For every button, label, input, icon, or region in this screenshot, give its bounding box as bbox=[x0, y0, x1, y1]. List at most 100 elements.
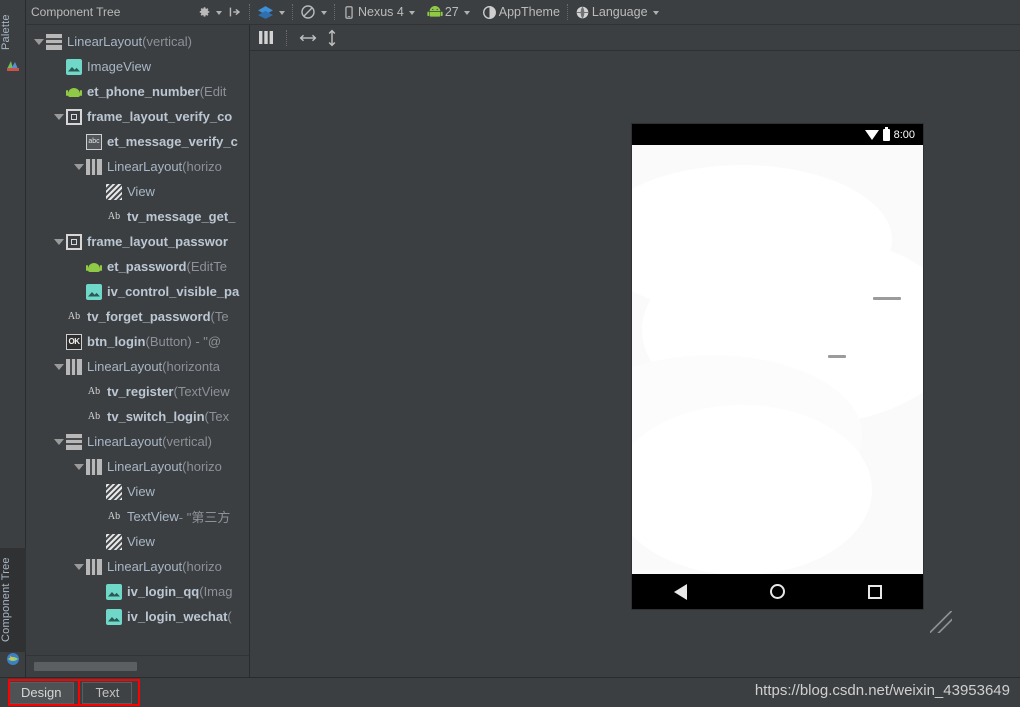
tab-design[interactable]: Design bbox=[8, 681, 75, 704]
tree-item-label: View bbox=[127, 534, 155, 549]
tree-item-label: View bbox=[127, 184, 155, 199]
expand-collapse-triangle-icon[interactable] bbox=[72, 454, 86, 479]
edittext-android-icon bbox=[66, 84, 82, 100]
tree-item-linearlayout[interactable]: LinearLayout (horizo bbox=[26, 154, 249, 179]
tree-item-linearlayout[interactable]: LinearLayout (vertical) bbox=[26, 429, 249, 454]
scrollbar-thumb[interactable] bbox=[34, 662, 137, 671]
component-tree-strip-icon bbox=[6, 652, 20, 666]
tree-item-view[interactable]: View bbox=[26, 179, 249, 204]
preview-mark-2 bbox=[828, 355, 846, 358]
tree-item-view[interactable]: View bbox=[26, 479, 249, 504]
framelayout-icon bbox=[66, 233, 82, 250]
tree-item-view[interactable]: View bbox=[26, 529, 249, 554]
tree-item-et-password[interactable]: et_password (EditTe bbox=[26, 254, 249, 279]
tab-text[interactable]: Text bbox=[82, 681, 133, 704]
tree-item-tv-message-get[interactable]: Ab tv_message_get_ bbox=[26, 204, 249, 229]
tree-item-type: (Imag bbox=[199, 584, 233, 599]
tree-item-imageview[interactable]: ImageView bbox=[26, 54, 249, 79]
tree-item-label: et_message_verify_c bbox=[107, 134, 238, 149]
expand-collapse-triangle-icon[interactable] bbox=[72, 554, 86, 579]
tree-item-et-message-verify-c[interactable]: abc et_message_verify_c bbox=[26, 129, 249, 154]
chevron-down-icon bbox=[321, 11, 327, 15]
edittext-android-icon bbox=[86, 259, 102, 275]
tree-item-label: et_password bbox=[107, 259, 187, 274]
tree-item-type: - "第三方 bbox=[178, 510, 231, 525]
chevron-down-icon bbox=[216, 11, 222, 15]
tree-item-linearlayout[interactable]: LinearLayout (horizonta bbox=[26, 354, 249, 379]
textview-ab-icon: Ab bbox=[107, 510, 121, 522]
tree-item-label: frame_layout_passwor bbox=[87, 234, 228, 249]
linearlayout-horizontal-icon bbox=[86, 458, 102, 475]
tree-item-linearlayout[interactable]: LinearLayout (vertical) bbox=[26, 29, 249, 54]
tree-item-tv-switch-login[interactable]: Ab tv_switch_login (Tex bbox=[26, 404, 249, 429]
design-surface[interactable]: 8:00 bbox=[250, 51, 1020, 677]
textview-ab-icon: Ab bbox=[87, 410, 101, 422]
tree-item-iv-login-qq[interactable]: iv_login_qq (Imag bbox=[26, 579, 249, 604]
view-icon bbox=[106, 533, 122, 550]
toolbar-separator-1 bbox=[249, 4, 250, 20]
tree-item-et-phone-number[interactable]: et_phone_number (Edit bbox=[26, 79, 249, 104]
chevron-down-icon bbox=[652, 11, 659, 15]
button-ok-icon: OK bbox=[66, 333, 82, 350]
language-label: Language bbox=[591, 5, 648, 19]
nav-recents-icon[interactable] bbox=[867, 584, 882, 599]
device-content-area[interactable] bbox=[632, 145, 923, 574]
layers-button[interactable] bbox=[254, 1, 288, 23]
tree-item-tv-register[interactable]: Ab tv_register (TextView bbox=[26, 379, 249, 404]
collapse-panel-button[interactable] bbox=[225, 1, 245, 23]
tool-tab-palette[interactable]: Palette bbox=[0, 4, 26, 60]
expand-collapse-triangle-icon[interactable] bbox=[32, 29, 46, 54]
theme-selector[interactable]: AppTheme bbox=[479, 1, 563, 23]
orientation-no-icon bbox=[300, 4, 316, 20]
device-preview[interactable]: 8:00 bbox=[632, 124, 923, 609]
expand-collapse-triangle-icon[interactable] bbox=[52, 354, 66, 379]
api-level-selector[interactable]: 27 bbox=[424, 1, 473, 23]
vertical-resize-icon[interactable] bbox=[325, 29, 339, 47]
textview-ab-icon: Ab bbox=[87, 385, 101, 397]
tree-item-type: ( bbox=[227, 609, 232, 624]
columns-icon[interactable] bbox=[258, 30, 274, 45]
expand-collapse-triangle-icon[interactable] bbox=[52, 104, 66, 129]
expand-collapse-triangle-icon[interactable] bbox=[72, 154, 86, 179]
nav-back-icon[interactable] bbox=[673, 583, 687, 600]
preview-shape-4 bbox=[632, 405, 872, 574]
tree-item-type: (horizo bbox=[182, 159, 222, 174]
expand-collapse-triangle-icon[interactable] bbox=[52, 229, 66, 254]
device-navigation-bar[interactable] bbox=[632, 574, 923, 609]
linearlayout-horizontal-icon bbox=[86, 158, 102, 175]
panel-title-component-tree: Component Tree bbox=[31, 5, 121, 19]
device-selector[interactable]: Nexus 4 bbox=[339, 1, 418, 23]
imageview-icon bbox=[106, 608, 122, 625]
tree-item-type: (Te bbox=[210, 309, 229, 324]
nav-home-icon[interactable] bbox=[769, 584, 785, 599]
tree-item-frame-layout-verify-co[interactable]: frame_layout_verify_co bbox=[26, 104, 249, 129]
tree-settings-button[interactable] bbox=[194, 1, 225, 23]
tree-item-frame-layout-passwor[interactable]: frame_layout_passwor bbox=[26, 229, 249, 254]
chevron-down-icon bbox=[279, 11, 285, 15]
wifi-icon bbox=[864, 129, 879, 140]
tree-item-type: (Button) - "@ bbox=[145, 334, 222, 349]
layers-icon bbox=[257, 4, 274, 21]
component-tree-panel[interactable]: LinearLayout (vertical) ImageView et_phone… bbox=[26, 25, 250, 655]
tree-item-textview[interactable]: Ab TextView - "第三方 bbox=[26, 504, 249, 529]
tree-item-linearlayout[interactable]: LinearLayout (horizo bbox=[26, 454, 249, 479]
expand-collapse-triangle-icon[interactable] bbox=[52, 429, 66, 454]
tree-item-tv-forget-password[interactable]: Ab tv_forget_password (Te bbox=[26, 304, 249, 329]
canvas-resize-handle[interactable] bbox=[930, 611, 952, 633]
tree-item-btn-login[interactable]: OK btn_login (Button) - "@ bbox=[26, 329, 249, 354]
horizontal-resize-icon[interactable] bbox=[299, 31, 317, 45]
tree-item-iv-login-wechat[interactable]: iv_login_wechat ( bbox=[26, 604, 249, 629]
orientation-button[interactable] bbox=[297, 1, 330, 23]
tree-item-label: frame_layout_verify_co bbox=[87, 109, 233, 124]
tree-item-iv-control-visible-pa[interactable]: iv_control_visible_pa bbox=[26, 279, 249, 304]
language-selector[interactable]: Language bbox=[572, 1, 662, 23]
tool-tab-component-tree[interactable]: Component Tree bbox=[0, 548, 26, 652]
android-icon bbox=[427, 6, 443, 18]
component-tree-hscrollbar[interactable] bbox=[26, 655, 250, 677]
component-tree[interactable]: LinearLayout (vertical) ImageView et_phone… bbox=[26, 25, 249, 629]
tree-item-linearlayout[interactable]: LinearLayout (horizo bbox=[26, 554, 249, 579]
